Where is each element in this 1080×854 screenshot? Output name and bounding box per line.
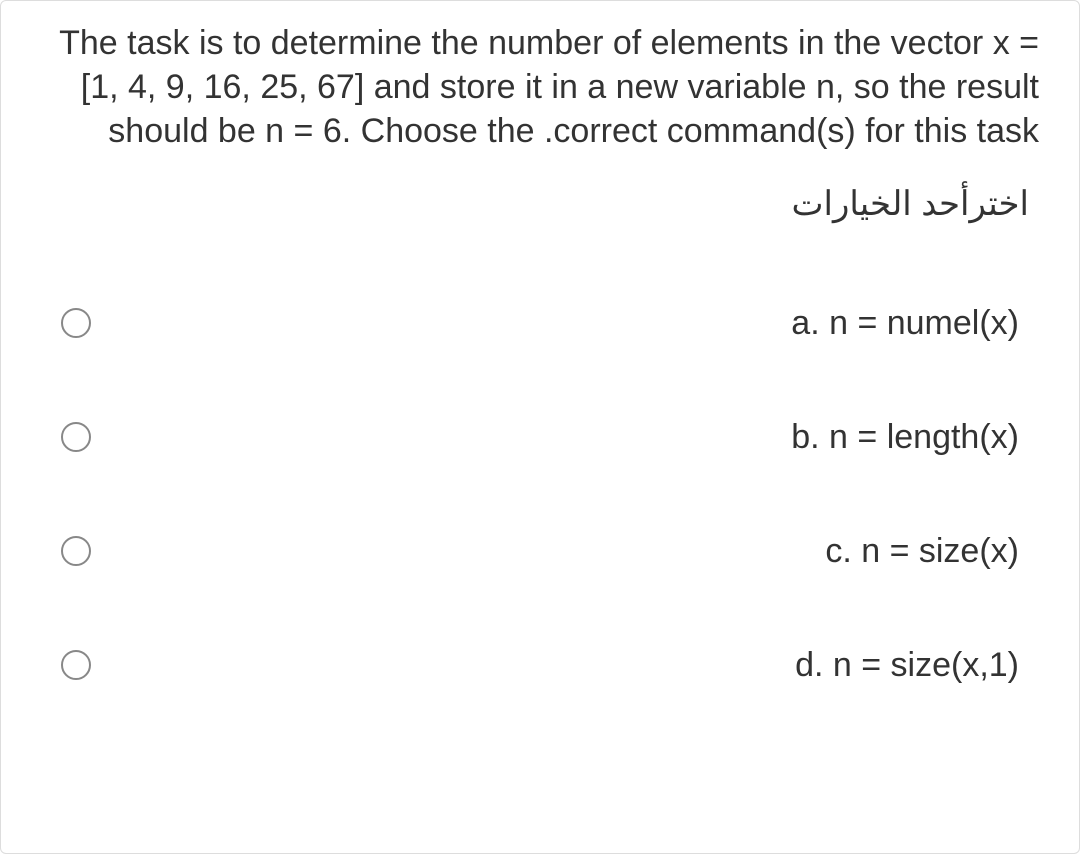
- radio-d[interactable]: [61, 650, 91, 680]
- option-label-b: b. n = length(x): [791, 418, 1019, 457]
- question-card: The task is to determine the number of e…: [0, 0, 1080, 854]
- options-container: a. n = numel(x) b. n = length(x) c. n = …: [31, 284, 1049, 685]
- radio-b[interactable]: [61, 422, 91, 452]
- question-text: The task is to determine the number of e…: [31, 21, 1049, 154]
- radio-a[interactable]: [61, 308, 91, 338]
- instruction-text: اخترأحد الخيارات: [31, 184, 1049, 224]
- radio-c[interactable]: [61, 536, 91, 566]
- option-row-c[interactable]: c. n = size(x): [61, 532, 1019, 571]
- option-row-d[interactable]: d. n = size(x,1): [61, 646, 1019, 685]
- option-label-a: a. n = numel(x): [791, 304, 1019, 343]
- option-label-c: c. n = size(x): [825, 532, 1019, 571]
- option-label-d: d. n = size(x,1): [795, 646, 1019, 685]
- option-row-b[interactable]: b. n = length(x): [61, 418, 1019, 457]
- option-row-a[interactable]: a. n = numel(x): [61, 304, 1019, 343]
